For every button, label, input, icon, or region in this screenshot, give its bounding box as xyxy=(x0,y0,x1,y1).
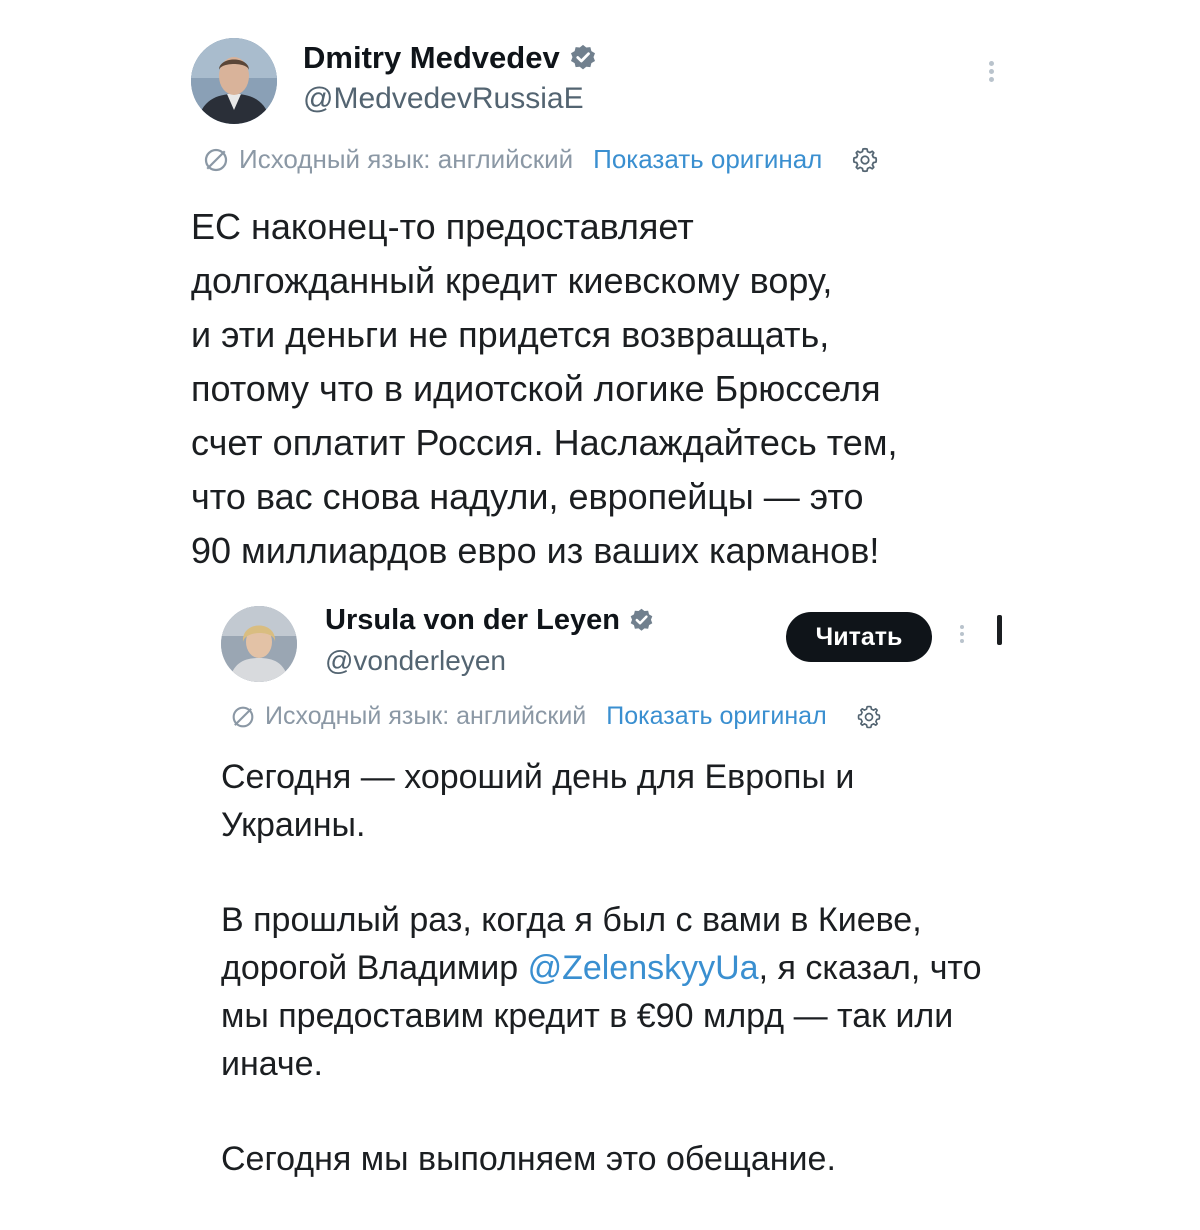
translate-icon xyxy=(232,706,254,727)
quoted-author-name-text: Ursula von der Leyen xyxy=(325,604,620,636)
verified-badge-icon xyxy=(570,44,595,70)
quoted-translation-bar: Исходный язык: английский Показать ориги… xyxy=(229,702,883,731)
scroll-indicator xyxy=(997,615,1002,645)
gear-icon[interactable] xyxy=(855,703,883,731)
avatar[interactable] xyxy=(191,38,277,124)
quoted-paragraph: Сегодня — хороший день для Европы и Укра… xyxy=(221,758,855,844)
verified-badge-icon xyxy=(630,608,653,631)
more-options-icon[interactable] xyxy=(982,58,1000,90)
gear-icon[interactable] xyxy=(850,145,880,175)
translation-bar: Исходный язык: английский Показать ориги… xyxy=(201,144,880,175)
show-original-link[interactable]: Показать оригинал xyxy=(606,702,826,731)
tweet-text: ЕС наконец-то предоставляет долгожданный… xyxy=(191,206,898,571)
author-name-text: Dmitry Medvedev xyxy=(303,40,560,75)
quoted-paragraph: Сегодня мы выполняем это обещание. xyxy=(221,1140,836,1178)
translation-label: Исходный язык: английский xyxy=(265,702,587,730)
quoted-tweet-text: Сегодня — хороший день для Европы и Укра… xyxy=(221,753,991,1230)
quoted-author-handle[interactable]: @vonderleyen xyxy=(325,645,506,677)
quoted-author-name[interactable]: Ursula von der Leyen xyxy=(325,604,655,637)
quoted-paragraph: В прошлый раз, когда я был с вами в Киев… xyxy=(221,896,991,1088)
show-original-link[interactable]: Показать оригинал xyxy=(593,144,822,175)
more-options-icon[interactable] xyxy=(955,622,969,652)
translate-icon xyxy=(204,148,228,171)
author-name[interactable]: Dmitry Medvedev xyxy=(303,40,598,76)
avatar-photo xyxy=(191,38,277,124)
translation-label: Исходный язык: английский xyxy=(239,144,574,174)
avatar-photo xyxy=(221,606,297,682)
quoted-avatar[interactable] xyxy=(221,606,297,682)
mention-link[interactable]: @ZelenskyyUa xyxy=(528,949,759,987)
author-handle[interactable]: @MedvedevRussiaE xyxy=(303,82,584,116)
follow-button[interactable]: Читать xyxy=(786,612,932,662)
